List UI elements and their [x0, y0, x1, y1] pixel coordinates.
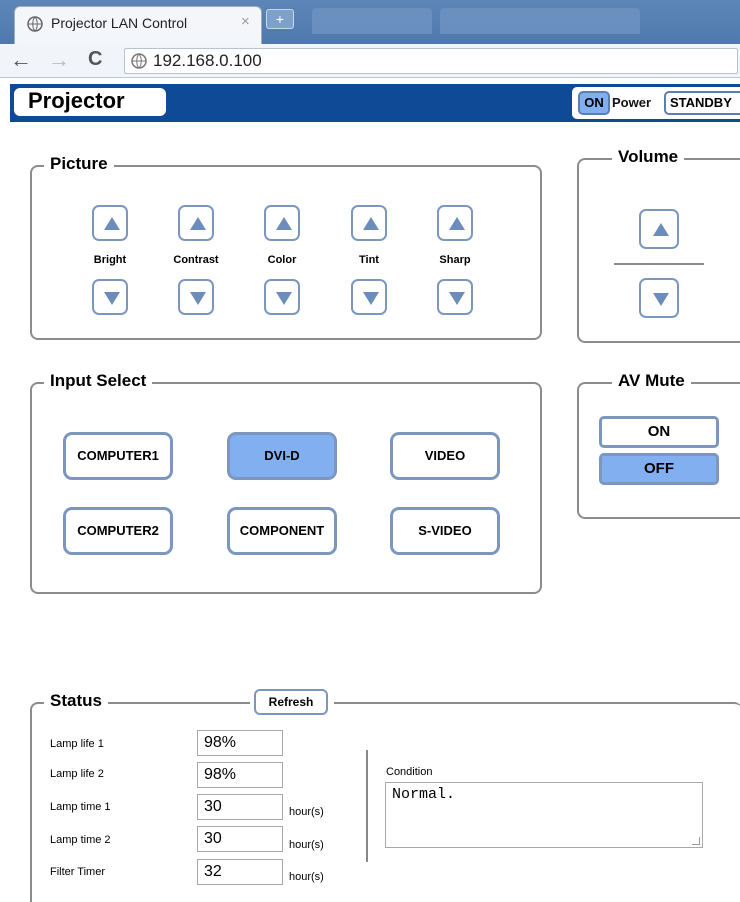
sharp-down-button[interactable]: [437, 279, 473, 315]
contrast-label: Contrast: [173, 254, 219, 266]
volume-up-button[interactable]: [639, 209, 679, 249]
color-down-button[interactable]: [264, 279, 300, 315]
down-arrow-icon: [363, 292, 379, 305]
browser-tab[interactable]: Projector LAN Control ×: [14, 6, 262, 44]
lamp-life-2-label: Lamp life 2: [50, 768, 104, 780]
condition-textarea[interactable]: Normal.: [385, 782, 703, 848]
filter-timer-label: Filter Timer: [50, 866, 105, 878]
condition-value: Normal.: [392, 786, 456, 803]
status-divider: [366, 750, 368, 862]
up-arrow-icon: [276, 217, 292, 230]
lamp-life-2-field[interactable]: 98%: [197, 762, 283, 788]
up-arrow-icon: [104, 217, 120, 230]
close-tab-icon[interactable]: ×: [241, 13, 250, 30]
input-computer2-button[interactable]: COMPUTER2: [63, 507, 173, 555]
forward-arrow-icon[interactable]: →: [48, 47, 70, 73]
bright-down-button[interactable]: [92, 279, 128, 315]
globe-icon: [27, 16, 43, 32]
blurred-tab[interactable]: [312, 8, 432, 34]
input-svideo-button[interactable]: S-VIDEO: [390, 507, 500, 555]
down-arrow-icon: [449, 292, 465, 305]
input-video-button[interactable]: VIDEO: [390, 432, 500, 480]
lamp-time-2-unit: hour(s): [289, 839, 324, 851]
up-arrow-icon: [190, 217, 206, 230]
down-arrow-icon: [276, 292, 292, 305]
address-bar-row: ← → C 192.168.0.100: [0, 44, 740, 78]
av-mute-legend: AV Mute: [612, 371, 691, 391]
bright-label: Bright: [93, 254, 127, 266]
input-select-legend: Input Select: [44, 371, 153, 391]
refresh-button[interactable]: Refresh: [254, 689, 328, 715]
lamp-life-1-label: Lamp life 1: [50, 738, 104, 750]
volume-legend: Volume: [612, 147, 685, 167]
filter-timer-unit: hour(s): [289, 871, 324, 883]
blurred-tab[interactable]: [440, 8, 640, 34]
av-mute-panel: [577, 382, 740, 519]
header-title-box: Projector: [12, 86, 168, 118]
tint-up-button[interactable]: [351, 205, 387, 241]
power-on-button[interactable]: ON: [578, 91, 610, 115]
lamp-time-1-field[interactable]: 30: [197, 794, 283, 820]
url-text: 192.168.0.100: [153, 51, 262, 70]
browser-tab-strip: Projector LAN Control × +: [0, 0, 740, 44]
back-arrow-icon[interactable]: ←: [10, 47, 32, 73]
down-arrow-icon: [653, 293, 669, 306]
status-legend: Status: [44, 691, 108, 711]
page-title: Projector: [28, 88, 125, 113]
reload-icon[interactable]: C: [88, 48, 102, 71]
contrast-down-button[interactable]: [178, 279, 214, 315]
down-arrow-icon: [104, 292, 120, 305]
lamp-time-1-label: Lamp time 1: [50, 801, 111, 813]
sharp-up-button[interactable]: [437, 205, 473, 241]
input-computer1-button[interactable]: COMPUTER1: [63, 432, 173, 480]
volume-divider: [614, 263, 704, 265]
url-input[interactable]: 192.168.0.100: [124, 48, 738, 74]
up-arrow-icon: [363, 217, 379, 230]
sharp-label: Sharp: [439, 254, 471, 266]
lamp-life-1-field[interactable]: 98%: [197, 730, 283, 756]
page-icon: [131, 53, 147, 69]
volume-down-button[interactable]: [639, 278, 679, 318]
power-standby-button[interactable]: STANDBY: [664, 91, 740, 115]
tint-label: Tint: [359, 254, 379, 266]
down-arrow-icon: [190, 292, 206, 305]
lamp-time-2-field[interactable]: 30: [197, 826, 283, 852]
picture-legend: Picture: [44, 154, 114, 174]
input-select-panel: [30, 382, 542, 594]
av-mute-off-button[interactable]: OFF: [599, 453, 719, 485]
condition-label: Condition: [386, 766, 433, 778]
av-mute-on-button[interactable]: ON: [599, 416, 719, 448]
resize-grip-icon[interactable]: [692, 837, 700, 845]
bright-up-button[interactable]: [92, 205, 128, 241]
input-dvid-button[interactable]: DVI-D: [227, 432, 337, 480]
up-arrow-icon: [653, 223, 669, 236]
filter-timer-field[interactable]: 32: [197, 859, 283, 885]
color-label: Color: [267, 254, 297, 266]
contrast-up-button[interactable]: [178, 205, 214, 241]
input-component-button[interactable]: COMPONENT: [227, 507, 337, 555]
lamp-time-1-unit: hour(s): [289, 806, 324, 818]
lamp-time-2-label: Lamp time 2: [50, 834, 111, 846]
power-label: Power: [612, 95, 652, 110]
tint-down-button[interactable]: [351, 279, 387, 315]
up-arrow-icon: [449, 217, 465, 230]
tab-title: Projector LAN Control: [51, 15, 188, 31]
new-tab-button[interactable]: +: [266, 9, 294, 29]
color-up-button[interactable]: [264, 205, 300, 241]
